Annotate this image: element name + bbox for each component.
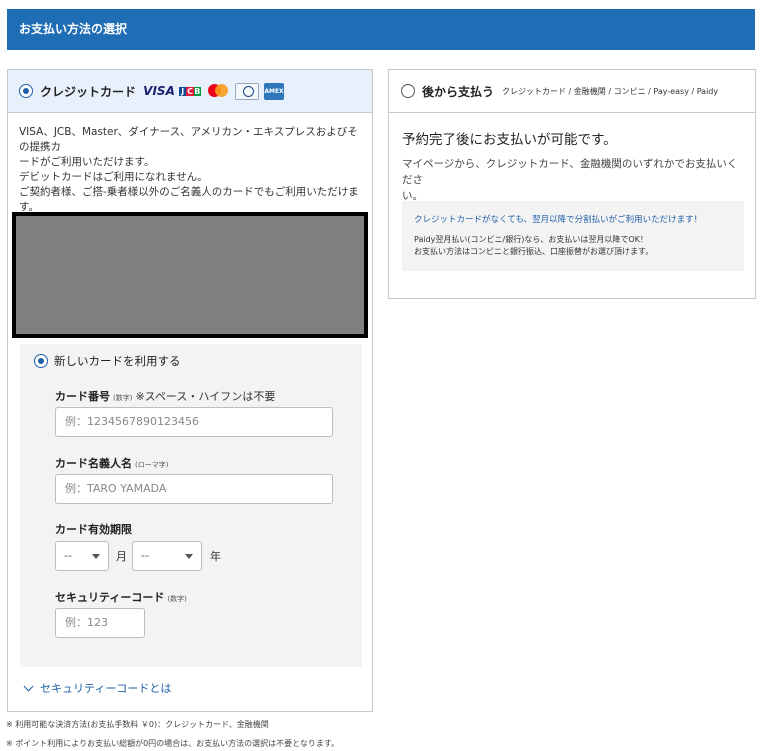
expiry-month-unit: 月 [116, 550, 127, 563]
card-number-input[interactable]: 例：1234567890123456 [55, 407, 333, 437]
chevron-down-icon [92, 554, 100, 559]
chevron-down-icon [23, 681, 34, 691]
security-code-sub: (数字) [167, 595, 187, 603]
card-number-label-text: カード番号 [55, 390, 110, 403]
jcb-letter-b: B [193, 86, 201, 96]
card-name-label-text: カード名義人名 [55, 457, 132, 470]
card-name-label: カード名義人名 (ローマ字) [55, 455, 168, 471]
description-line: マイページから、クレジットカード、金融機関のいずれかでお支払いくださ [402, 158, 738, 186]
redacted-area [12, 212, 368, 338]
new-card-radio[interactable] [34, 354, 48, 368]
credit-card-panel: クレジットカード VISA J C B AMEX VISA、JCB、Master… [7, 69, 373, 712]
footnote-fees: ※ 利用可能な決済方法(お支払手数料 ￥0)：クレジットカード、金融機関 [6, 720, 269, 729]
description-line: デビットカードはご利用になれません。 [19, 171, 208, 183]
security-code-help-link[interactable]: セキュリティーコードとは [23, 680, 172, 696]
pay-later-title: 予約完了後にお支払いが可能です。 [402, 132, 617, 148]
jcb-logo-icon: J C B [179, 83, 201, 100]
expiry-year-select[interactable]: -- [132, 541, 202, 571]
security-code-input[interactable]: 例：123 [55, 608, 145, 638]
card-name-sub: (ローマ字) [135, 461, 169, 469]
description-line: VISA、JCB、Master、ダイナース、アメリカン・エキスプレスおよびその提… [19, 126, 358, 153]
credit-card-label: クレジットカード [40, 84, 137, 99]
pay-later-description: マイページから、クレジットカード、金融機関のいずれかでお支払いくださ い。 [402, 156, 742, 204]
expiry-year-value: -- [141, 549, 149, 562]
diners-logo-icon [235, 82, 260, 100]
description-line: ご契約者様、ご搭-乗者様以外のご名義人のカードでもご利用いただけま [19, 186, 359, 198]
new-card-form: 新しいカードを利用する カード番号 (数字) ※スペース・ハイフンは不要 例：123… [20, 344, 362, 667]
section-header: お支払い方法の選択 [7, 9, 755, 50]
card-brand-logos: VISA J C B AMEX [143, 82, 285, 100]
pay-later-option[interactable]: 後から支払う クレジットカード / 金融機関 / コンビニ / Pay-easy… [389, 70, 755, 113]
paidy-highlight: クレジットカードがなくても、翌月以降で分割払いがご利用いただけます！ [414, 215, 703, 225]
expiry-label-text: カード有効期限 [55, 523, 132, 536]
visa-logo-icon: VISA [143, 84, 175, 98]
expiry-year-unit: 年 [210, 550, 221, 563]
new-card-option[interactable]: 新しいカードを利用する [34, 353, 181, 369]
paidy-detail-line: お支払い方法はコンビニと銀行振込、口座振替がお選び頂けます。 [414, 247, 654, 256]
paidy-details: Paidy翌月払い(コンビニ/銀行)なら、お支払いは翌月以降でOK！ お支払い方… [414, 234, 732, 258]
new-card-label: 新しいカードを利用する [54, 354, 181, 368]
card-name-input[interactable]: 例：TARO YAMADA [55, 474, 333, 504]
description-line: ードがご利用いただけます。 [19, 156, 155, 168]
footnote-points: ※ ポイント利用によりお支払い総額が0円の場合は、お支払い方法の選択は不要となり… [6, 739, 340, 748]
chevron-down-icon [185, 554, 193, 559]
security-code-help-text: セキュリティーコードとは [40, 682, 172, 695]
jcb-letter-j: J [179, 86, 187, 96]
security-code-label-text: セキュリティーコード [55, 591, 165, 604]
mastercard-logo-icon [206, 83, 230, 99]
paidy-detail-line: Paidy翌月払い(コンビニ/銀行)なら、お支払いは翌月以降でOK！ [414, 235, 648, 244]
pay-later-methods: クレジットカード / 金融機関 / コンビニ / Pay-easy / Paid… [502, 86, 719, 96]
section-title: お支払い方法の選択 [19, 22, 128, 36]
jcb-letter-c: C [186, 86, 194, 96]
pay-later-panel: 後から支払う クレジットカード / 金融機関 / コンビニ / Pay-easy… [388, 69, 756, 299]
expiry-label: カード有効期限 [55, 521, 132, 537]
card-number-note: ※スペース・ハイフンは不要 [135, 390, 276, 403]
card-number-label: カード番号 (数字) ※スペース・ハイフンは不要 [55, 388, 275, 404]
credit-card-description: VISA、JCB、Master、ダイナース、アメリカン・エキスプレスおよびその提… [8, 113, 372, 215]
card-number-sub: (数字) [113, 394, 133, 402]
pay-later-radio[interactable] [401, 84, 415, 98]
credit-card-radio[interactable] [19, 84, 33, 98]
amex-logo-icon: AMEX [264, 82, 285, 100]
expiry-month-value: -- [64, 549, 72, 562]
security-code-label: セキュリティーコード (数字) [55, 589, 187, 605]
paidy-info-box: クレジットカードがなくても、翌月以降で分割払いがご利用いただけます！ Paidy… [402, 201, 744, 271]
pay-later-label: 後から支払う [422, 84, 495, 99]
credit-card-option[interactable]: クレジットカード VISA J C B AMEX [8, 70, 372, 113]
expiry-month-select[interactable]: -- [55, 541, 109, 571]
